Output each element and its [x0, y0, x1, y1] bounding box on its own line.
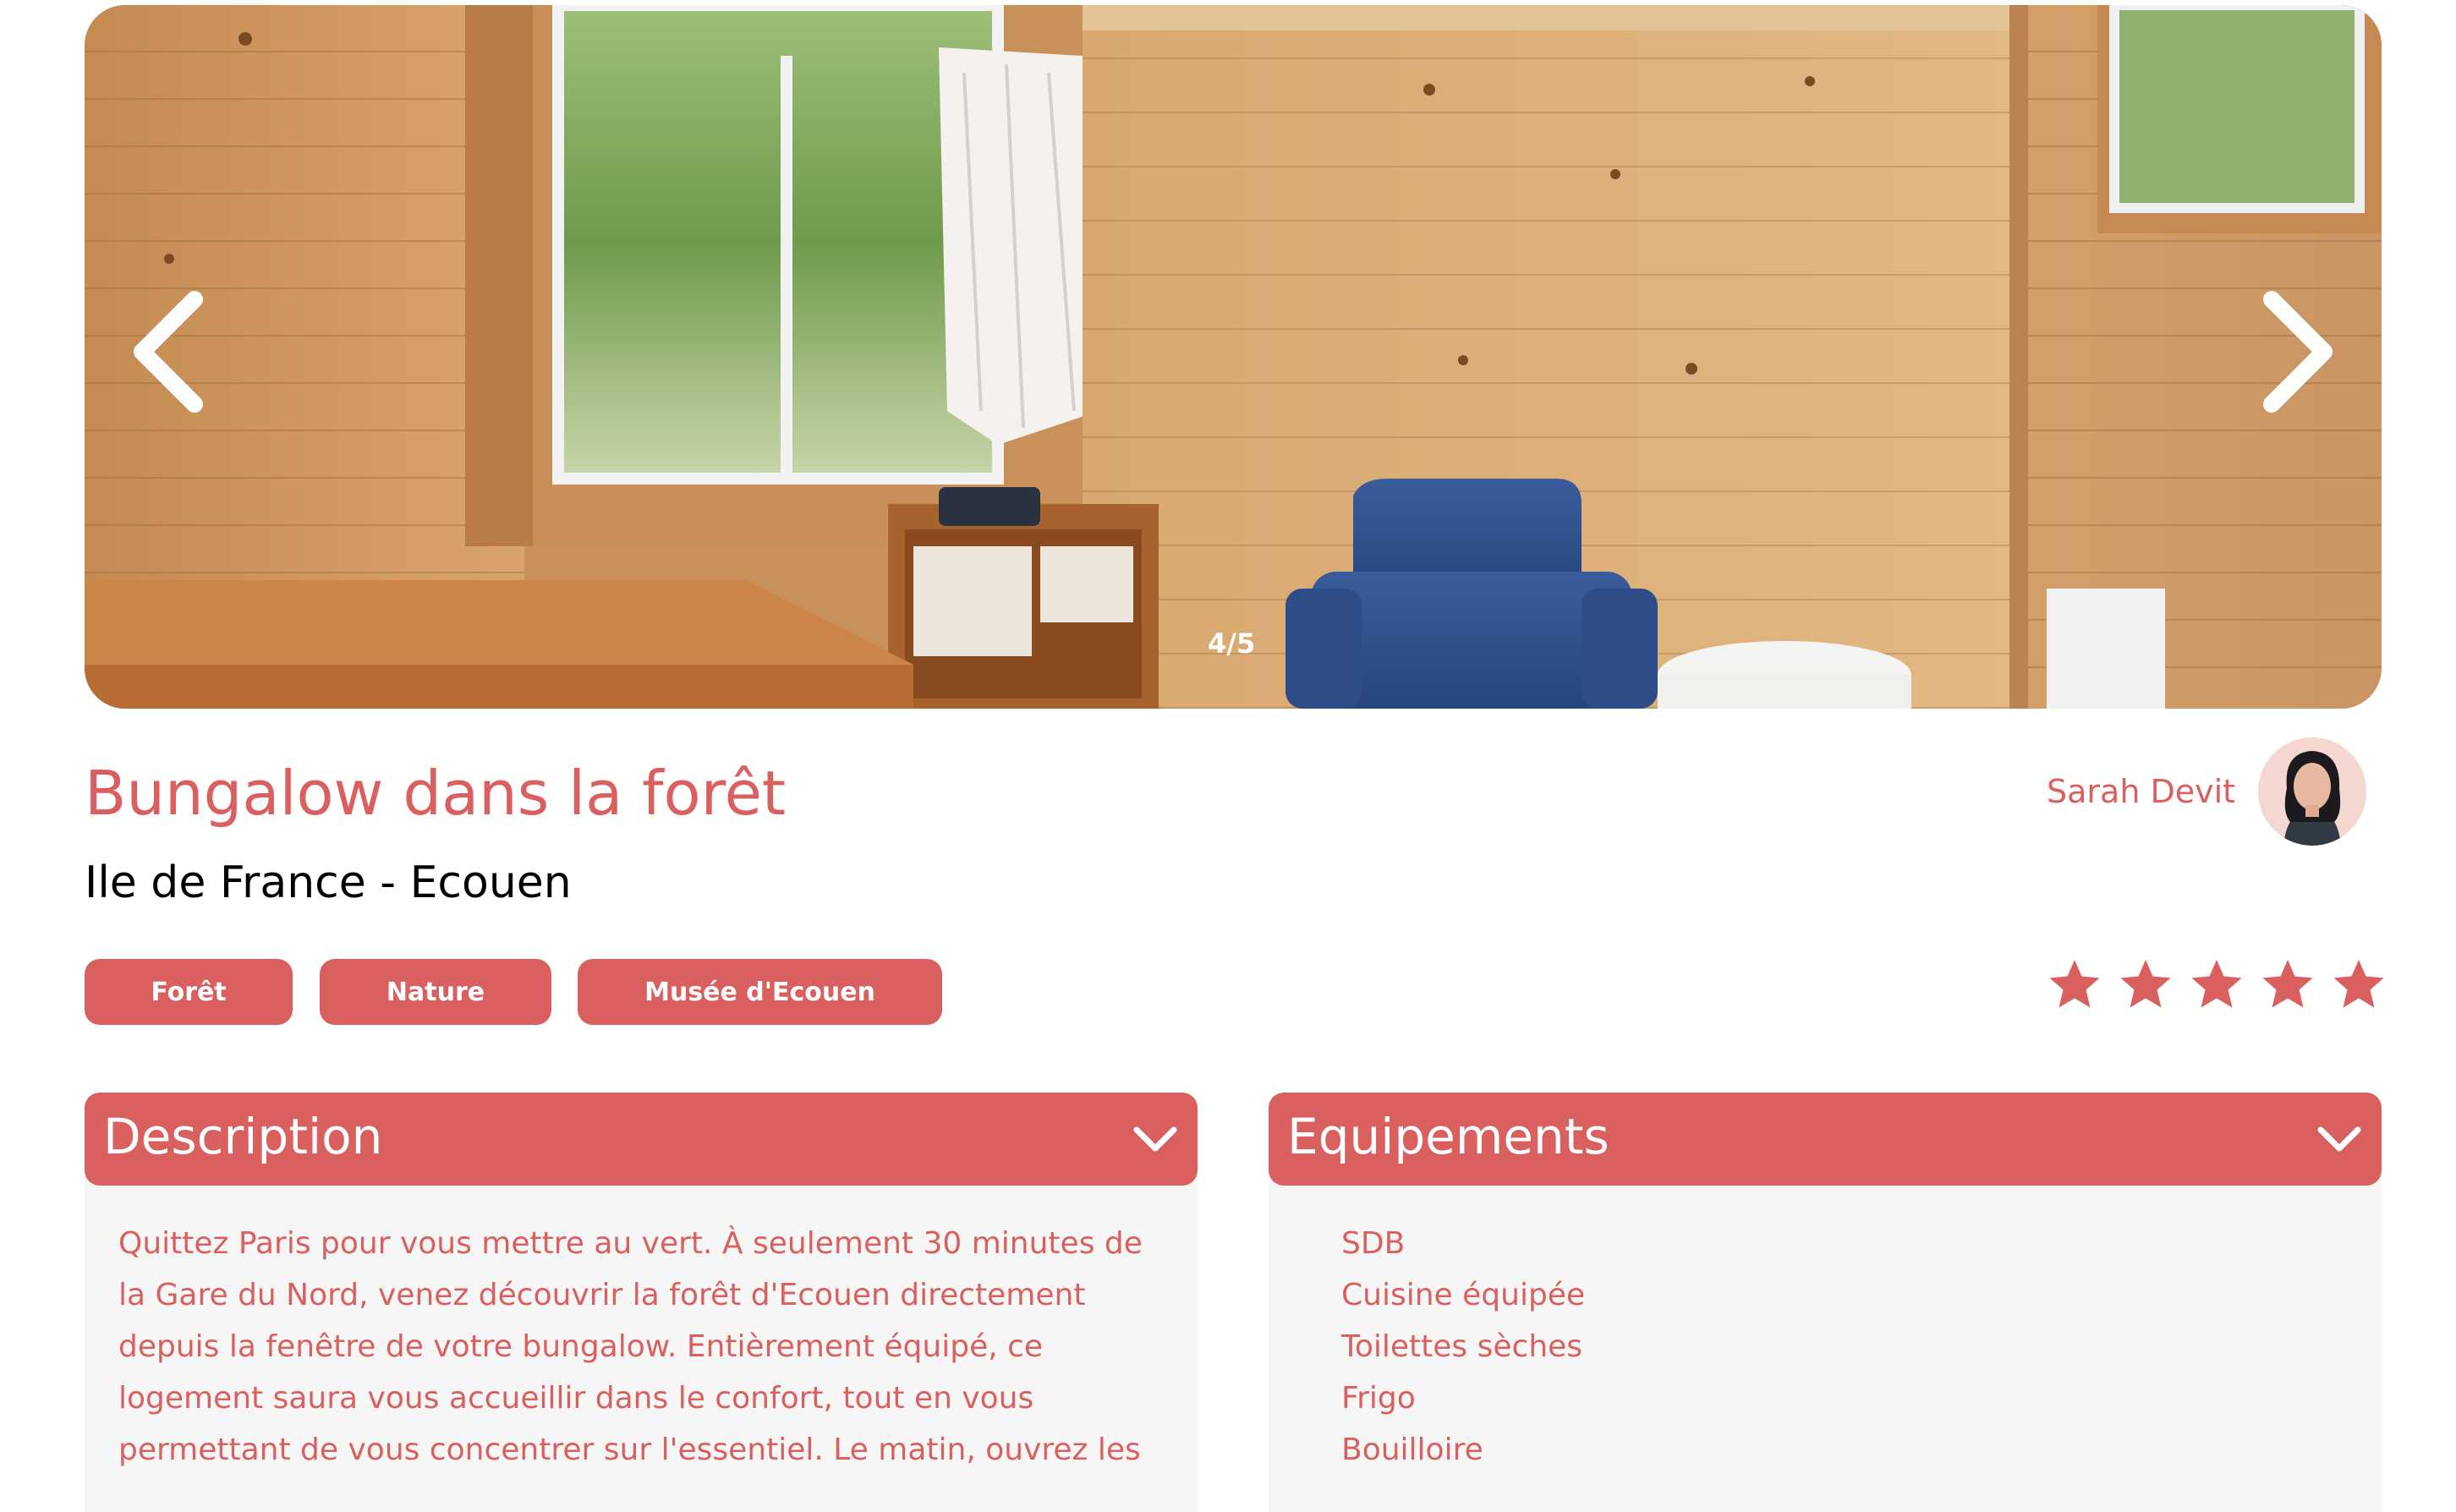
next-image-button[interactable]	[2255, 284, 2348, 419]
chevron-down-icon	[1133, 1126, 1177, 1152]
listing-title: Bungalow dans la forêt	[85, 758, 787, 829]
list-item: Bouilloire	[1341, 1433, 1483, 1467]
list-item: Cuisine équipée	[1341, 1278, 1586, 1312]
tag-nature[interactable]: Nature	[320, 959, 551, 1025]
equipments-panel: Equipements SDB Cuisine équipée Toilette…	[1269, 1093, 2382, 1512]
image-counter: 4/5	[1208, 627, 1256, 660]
chevron-left-icon	[134, 291, 203, 413]
list-item: SDB	[1341, 1226, 1406, 1261]
star-filled-icon	[2333, 960, 2384, 1008]
equipments-toggle[interactable]: Equipements	[1269, 1093, 2382, 1186]
equipments-list: SDB Cuisine équipée Toilettes sèches Fri…	[1302, 1218, 2348, 1476]
description-body: Quittez Paris pour vous mettre au vert. …	[85, 1174, 1198, 1512]
list-item: Frigo	[1341, 1381, 1416, 1416]
listing-location: Ile de France - Ecouen	[85, 857, 572, 908]
description-text: Quittez Paris pour vous mettre au vert. …	[118, 1226, 1143, 1467]
list-item: Toilettes sèches	[1341, 1329, 1583, 1364]
chevron-right-icon	[2263, 291, 2333, 413]
description-title: Description	[103, 1108, 383, 1165]
tag-foret[interactable]: Forêt	[85, 959, 293, 1025]
chevron-down-icon	[2317, 1126, 2361, 1152]
star-filled-icon	[2049, 960, 2100, 1008]
tag-musee-ecouen[interactable]: Musée d'Ecouen	[578, 959, 942, 1025]
star-filled-icon	[2191, 960, 2242, 1008]
star-filled-icon	[2120, 960, 2171, 1008]
previous-image-button[interactable]	[118, 284, 211, 419]
description-panel: Description Quittez Paris pour vous mett…	[85, 1093, 1198, 1512]
listing-photo	[85, 5, 2382, 709]
equipments-body: SDB Cuisine équipée Toilettes sèches Fri…	[1269, 1174, 2382, 1512]
image-carousel[interactable]: 4/5	[85, 5, 2382, 709]
star-filled-icon	[2262, 960, 2313, 1008]
host-name: Sarah Devit	[2047, 773, 2236, 810]
description-toggle[interactable]: Description	[85, 1093, 1198, 1186]
avatar	[2258, 737, 2366, 846]
equipments-title: Equipements	[1287, 1108, 1609, 1165]
